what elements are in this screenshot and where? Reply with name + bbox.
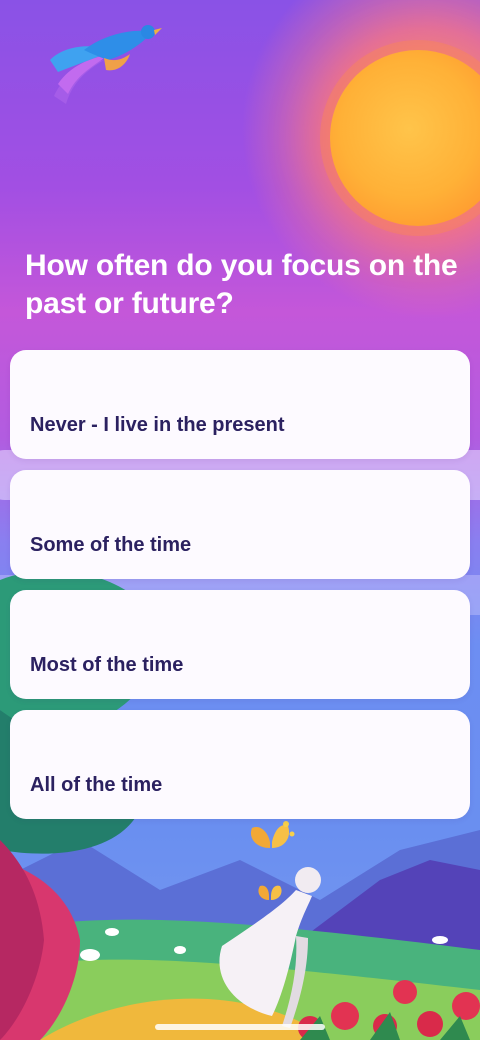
answer-option-never[interactable]: Never - I live in the present <box>10 350 470 459</box>
answer-option-some[interactable]: Some of the time <box>10 470 470 579</box>
answer-option-label: Most of the time <box>30 654 184 676</box>
answer-option-label: Some of the time <box>30 534 192 556</box>
answer-option-all[interactable]: All of the time <box>10 710 470 819</box>
flowers-illustration <box>298 980 480 1040</box>
quiz-screen: How often do you focus on the past or fu… <box>0 0 480 1040</box>
answer-options-list: Never - I live in the present Some of th… <box>10 350 470 830</box>
question-title: How often do you focus on the past or fu… <box>25 249 458 320</box>
butterfly-illustration <box>258 885 282 900</box>
bird-illustration <box>50 25 162 104</box>
answer-option-label: All of the time <box>30 774 163 796</box>
answer-option-label: Never - I live in the present <box>30 414 285 436</box>
home-indicator[interactable] <box>155 1024 325 1030</box>
answer-option-most[interactable]: Most of the time <box>10 590 470 699</box>
